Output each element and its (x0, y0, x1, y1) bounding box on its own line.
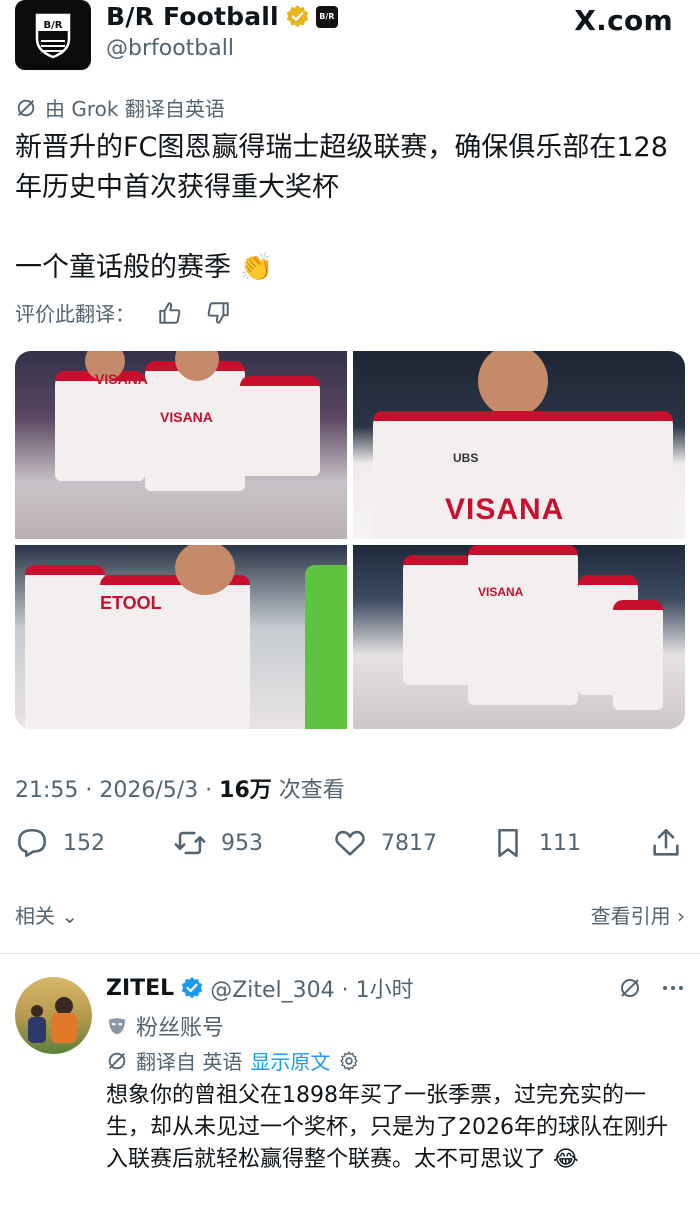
grok-icon (108, 1052, 126, 1069)
verified-gold-badge-icon (286, 5, 309, 28)
rate-translation-row: 评价此翻译： (15, 298, 231, 327)
sponsor-text-visana-big: VISANA (445, 493, 565, 526)
tweet-line-1: 新晋升的FC图恩赢得瑞士超级联赛，确保俱乐部在128年历史中首次获得重大奖杯 (15, 132, 668, 203)
sponsor-text-2: UBS (453, 451, 479, 465)
media-grid: VISANA VISANA UBS VISANA ETOOL VISANA (15, 351, 685, 729)
author-name[interactable]: B/R Football (106, 2, 279, 31)
reply-avatar[interactable] (15, 977, 92, 1054)
view-count: 16万 (219, 778, 272, 803)
share-icon (653, 828, 679, 856)
photo-2[interactable]: UBS VISANA (353, 351, 685, 539)
show-original-link[interactable]: 显示原文 (250, 1046, 330, 1075)
name-row: B/R Football B/R (106, 2, 338, 31)
view-quotes-link[interactable]: 查看引用 › (591, 900, 685, 929)
bookmark-count: 111 (539, 830, 581, 856)
reply-count: 152 (63, 830, 105, 856)
bookmark-button[interactable]: 111 (491, 826, 581, 860)
divider (0, 953, 700, 954)
fan-account-row: 粉丝账号 (106, 1010, 224, 1042)
sponsor-text-4: ETOOL (100, 593, 162, 613)
thumbs-down-icon[interactable] (205, 300, 231, 326)
reply-header: ZITEL @Zitel_304 · 1小时 (106, 972, 686, 1004)
tweet-time[interactable]: 21:55 · 2026/5/3 · (15, 778, 219, 803)
br-shield-logo-icon: B/R (35, 13, 71, 59)
like-count: 7817 (381, 830, 437, 856)
repost-count: 953 (221, 830, 263, 856)
translated-from-label: 翻译自 英语 (136, 1050, 243, 1074)
photo-3[interactable]: ETOOL (15, 545, 347, 729)
author-handle[interactable]: @brfootball (106, 36, 234, 61)
action-bar: 152 953 7817 111 (15, 826, 685, 870)
views-label: 次查看 (271, 778, 345, 803)
reply-translation-row: 翻译自 英语 显示原文 (106, 1046, 360, 1075)
logo-text: B/R (44, 20, 63, 31)
photo-1[interactable]: VISANA VISANA (15, 351, 347, 539)
related-row: 相关 ⌄ 查看引用 › (15, 900, 685, 929)
reply-icon (17, 828, 47, 858)
site-label: X.com (574, 4, 673, 37)
reply-handle-time[interactable]: @Zitel_304 · 1小时 (210, 972, 413, 1004)
bookmark-icon (498, 828, 518, 858)
tweet-line-2: 一个童话般的赛季 👏 (15, 252, 274, 283)
sponsor-text-5: VISANA (478, 585, 524, 599)
tweet-text: 新晋升的FC图恩赢得瑞士超级联赛，确保俱乐部在128年历史中首次获得重大奖杯 一… (15, 128, 685, 288)
reply-button[interactable]: 152 (15, 826, 105, 860)
translation-notice: 由 Grok 翻译自英语 (15, 93, 225, 122)
grok-icon[interactable] (618, 976, 642, 1000)
photo-4[interactable]: VISANA (353, 545, 685, 729)
affiliate-badge[interactable]: B/R (315, 5, 338, 28)
settings-gear-icon[interactable] (338, 1050, 360, 1072)
reply-author-name[interactable]: ZITEL (106, 976, 174, 1001)
more-options-icon[interactable] (660, 976, 686, 1000)
translation-by-label: 由 Grok 翻译自英语 (45, 97, 225, 121)
verified-blue-badge-icon (181, 977, 203, 999)
repost-button[interactable]: 953 (173, 826, 263, 860)
sponsor-text-1: VISANA (95, 371, 148, 387)
fan-account-label: 粉丝账号 (136, 1016, 225, 1041)
repost-icon (174, 831, 206, 855)
author-avatar[interactable]: B/R (15, 0, 91, 70)
tweet-meta: 21:55 · 2026/5/3 · 16万 次查看 (15, 772, 345, 804)
heart-icon (335, 830, 365, 856)
thumbs-up-icon[interactable] (157, 300, 183, 326)
fan-account-mask-icon (108, 1018, 126, 1035)
rate-translation-label: 评价此翻译： (15, 302, 135, 326)
share-button[interactable] (649, 826, 683, 860)
sponsor-text-3: VISANA (160, 409, 213, 425)
related-toggle[interactable]: 相关 ⌄ (15, 900, 78, 929)
like-button[interactable]: 7817 (333, 826, 437, 860)
reply-text: 想象你的曾祖父在1898年买了一张季票，过完充实的一生，却从未见过一个奖杯，只是… (106, 1083, 668, 1172)
grok-icon (17, 99, 35, 116)
tweet-header: B/R B/R Football B/R @brfootball X.com (0, 0, 700, 80)
